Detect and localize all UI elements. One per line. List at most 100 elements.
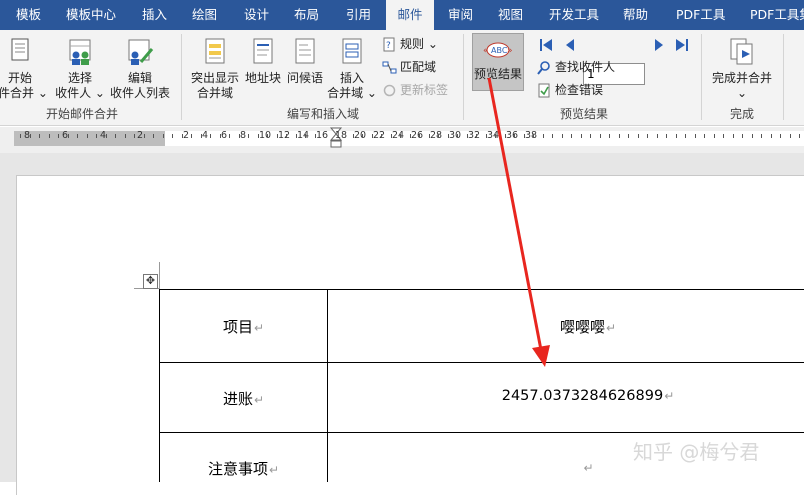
ruler-number: 34 [487,130,500,141]
ruler-tick [258,134,259,138]
group-label-write-insert: 编写和插入域 [287,107,360,121]
tab-template[interactable]: 模板 [8,0,49,30]
previous-record-icon[interactable] [563,38,577,52]
first-record-icon[interactable] [539,38,553,52]
ruler-number: 22 [373,130,386,141]
update-labels-button[interactable]: 更新标签 [382,80,448,100]
ruler-tick [476,134,477,138]
insert-field-icon [342,38,362,64]
ruler-tick [505,134,506,138]
ruler-tick [353,134,354,138]
tab-template-center[interactable]: 模板中心 [58,0,124,30]
ruler-tick [106,134,107,138]
ruler-tick [704,134,705,138]
tab-mailings[interactable]: 邮件 [386,0,434,30]
insert-merge-field-button[interactable]: 插入 合并域 ⌄ [327,38,377,101]
finish-merge-icon [730,38,753,65]
edit-recipient-list-button[interactable]: 编辑 收件人列表 [108,38,172,101]
ruler-tick [562,134,563,138]
watermark: 知乎 @梅兮君 [633,440,760,464]
greeting-line-button[interactable]: 问候语 [285,38,325,86]
finish-and-merge-button[interactable]: 完成并合并 ⌄ [708,38,776,101]
ruler-tick [239,134,240,138]
tab-view[interactable]: 视图 [490,0,531,30]
ruler-tick [495,134,496,138]
tab-review[interactable]: 审阅 [440,0,481,30]
ruler-tick [144,134,145,138]
table-cell-label[interactable]: 进账↵ [160,388,327,409]
ruler-tick [134,134,135,138]
find-recipient-button[interactable]: 查找收件人 [537,57,615,77]
ruler-tick [163,134,164,138]
ruler-tick [267,134,268,138]
ruler-number: 10 [259,130,272,141]
ruler-tick [742,134,743,138]
ruler-tick [153,134,154,138]
tab-layout[interactable]: 布局 [286,0,327,30]
tab-pdf-toolset[interactable]: PDF工具集 [742,0,804,30]
ruler-tick [609,134,610,138]
check-errors-icon [538,83,550,98]
table-border [159,432,804,433]
svg-text:?: ? [386,41,391,51]
tab-draw[interactable]: 绘图 [184,0,225,30]
ruler-tick [790,134,791,138]
ruler-tick [685,134,686,138]
check-errors-button[interactable]: 检查错误 [537,80,603,100]
preview-abc-icon: ABC « » [483,42,513,58]
ruler-number: 2 [183,130,190,141]
ruler-number: 12 [278,130,291,141]
next-record-icon[interactable] [652,38,666,52]
horizontal-ruler[interactable]: 8 6 4 2 2 4 6 8 10 12 14 16 18 20 22 24 26 28 30 32 34 36… [0,127,804,153]
group-separator [701,34,702,120]
search-icon [537,61,550,75]
tab-pdf-tools[interactable]: PDF工具 [668,0,733,30]
tab-insert[interactable]: 插入 [134,0,175,30]
tab-help[interactable]: 帮助 [615,0,656,30]
ruler-tick [752,134,753,138]
ribbon-tab-bar: 模板 模板中心 插入 绘图 设计 布局 引用 邮件 审阅 视图 开发工具 帮助 … [0,0,804,30]
ruler-tick [619,134,620,138]
ruler-tick [296,134,297,138]
table-cell-label[interactable]: 项目↵ [160,316,327,337]
refresh-icon [383,84,396,97]
ruler-tick [381,134,382,138]
ruler-number: 8 [240,130,247,141]
table-cell-value[interactable]: 2457.0373284626899↵ [328,388,804,404]
ruler-tick [201,134,202,138]
match-fields-button[interactable]: 匹配域 [382,57,436,77]
ruler-tick [486,134,487,138]
preview-results-button[interactable]: ABC «» 预览结果 [472,38,524,82]
group-separator [463,34,464,120]
table-cell-label[interactable]: 注意事项↵ [160,458,327,479]
edit-list-icon [128,39,154,65]
start-mail-merge-button[interactable]: 开始 件合并 ⌄ [0,38,48,101]
ruler-tick [277,134,278,138]
ribbon: 开始 件合并 ⌄ 选择 收件人 ⌄ 编辑 收件人列表 开始邮件合并 突出显示 合… [0,30,804,126]
tab-design[interactable]: 设计 [236,0,277,30]
table-move-handle-icon[interactable]: ✥ [143,274,158,289]
address-block-button[interactable]: 地址块 [244,38,282,86]
highlight-merge-fields-button[interactable]: 突出显示 合并域 [190,38,240,101]
ruler-tick [571,134,572,138]
ruler-number: 6 [221,130,228,141]
group-separator [783,34,784,120]
tab-references[interactable]: 引用 [338,0,379,30]
table-cell-value[interactable]: 嘤嘤嘤↵ [328,316,804,337]
select-recipients-button[interactable]: 选择 收件人 ⌄ [55,38,105,101]
ruler-tick [676,134,677,138]
tab-developer[interactable]: 开发工具 [541,0,607,30]
ruler-tick [372,134,373,138]
ruler-tick [771,134,772,138]
ruler-number: 26 [411,130,424,141]
rules-button[interactable]: ? 规则 ⌄ [382,34,438,54]
ruler-number: 28 [430,130,443,141]
ruler-number: 2 [137,130,144,141]
ruler-tick [552,134,553,138]
ruler-tick [457,134,458,138]
last-record-icon[interactable] [675,38,689,52]
greeting-line-icon [295,38,315,64]
ruler-tick [666,134,667,138]
ruler-tick [220,134,221,138]
ruler-tick [391,134,392,138]
